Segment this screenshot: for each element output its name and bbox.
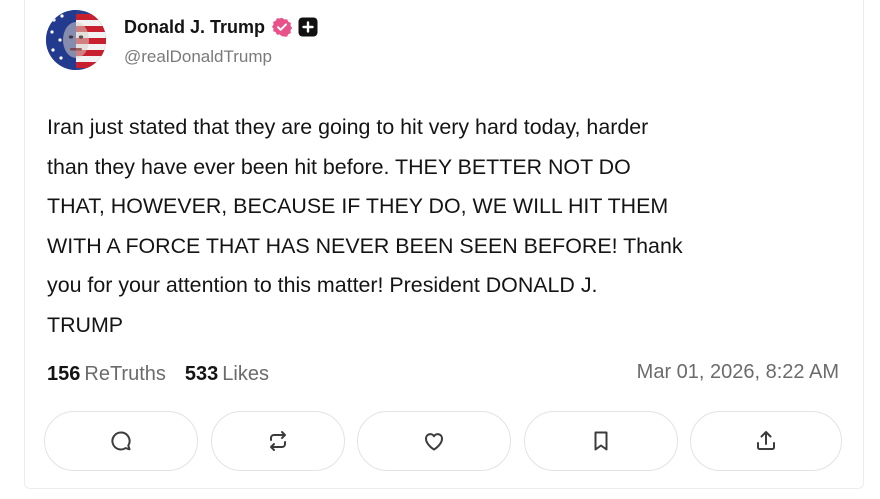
likes-count: 533	[184, 362, 219, 385]
retruth-button[interactable]	[211, 411, 345, 471]
like-button[interactable]	[357, 411, 511, 471]
share-icon	[757, 431, 775, 450]
verified-badge-icon	[271, 17, 293, 37]
post-timestamp[interactable]: Mar 01, 2026, 8:22 AM	[637, 361, 839, 384]
retruths-stat[interactable]: 156 ReTruths	[47, 363, 166, 386]
author-handle[interactable]: @realDonaldTrump	[124, 47, 272, 67]
author-display-name[interactable]: Donald J. Trump	[124, 17, 265, 38]
heart-icon	[425, 433, 443, 451]
repost-icon	[270, 431, 286, 451]
likes-stat[interactable]: 533 Likes	[185, 363, 269, 386]
comment-icon	[111, 431, 131, 451]
post-stats: 156 ReTruths 533 Likes	[47, 360, 269, 388]
reply-button[interactable]	[44, 411, 198, 471]
author-avatar[interactable]	[46, 10, 106, 70]
avatar-image	[46, 10, 106, 70]
retruths-label: ReTruths	[84, 362, 166, 385]
bookmark-icon	[594, 431, 608, 451]
plus-badge-icon	[298, 17, 318, 37]
post-body-text: Iran just stated that they are going to …	[47, 115, 683, 337]
author-name-row: Donald J. Trump	[124, 15, 318, 39]
retruths-count: 156	[47, 362, 81, 385]
share-button[interactable]	[690, 411, 842, 471]
bookmark-button[interactable]	[524, 411, 678, 471]
likes-label: Likes	[222, 362, 269, 385]
